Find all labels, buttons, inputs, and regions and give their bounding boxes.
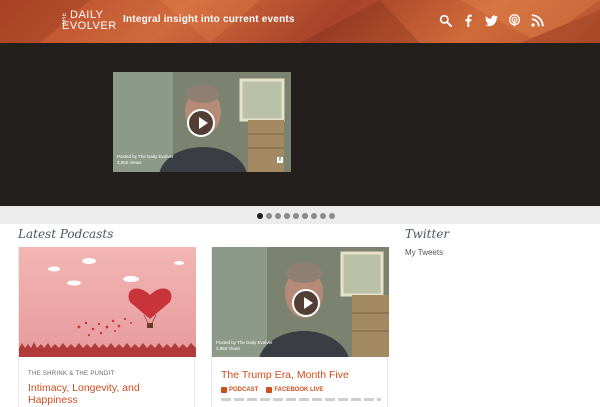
podcast-icon bbox=[221, 387, 227, 393]
video-meta: Posted by The Daily Evolver 3,950 Views bbox=[216, 340, 272, 352]
card-title[interactable]: The Trump Era, Month Five bbox=[221, 369, 381, 381]
slider-dot[interactable] bbox=[311, 213, 317, 219]
site-tagline: Integral insight into current events bbox=[123, 14, 295, 25]
podcast-icon[interactable] bbox=[508, 14, 521, 27]
podcast-card[interactable]: Posted by The Daily Evolver 3,950 Views … bbox=[211, 247, 389, 407]
card-kicker[interactable]: THE SHRINK & THE PUNDIT bbox=[28, 371, 114, 377]
card-video[interactable]: Posted by The Daily Evolver 3,950 Views bbox=[212, 247, 389, 357]
facebook-icon[interactable]: f bbox=[277, 157, 283, 163]
tag-label: FACEBOOK LIVE bbox=[274, 387, 324, 393]
card-tags: PODCAST FACEBOOK LIVE bbox=[221, 387, 323, 393]
site-logo[interactable]: THE DAILY EVOLVER bbox=[62, 10, 118, 33]
card-image[interactable] bbox=[19, 247, 196, 357]
slider-dot[interactable] bbox=[275, 213, 281, 219]
video-meta: Posted by The Daily Evolver 3,950 Views bbox=[117, 154, 173, 166]
tag-label: PODCAST bbox=[229, 387, 259, 393]
logo-evolver: EVOLVER bbox=[62, 20, 117, 32]
slider-dot[interactable] bbox=[284, 213, 290, 219]
video-views: 3,950 Views bbox=[117, 160, 142, 165]
slider-dot[interactable] bbox=[302, 213, 308, 219]
twitter-icon[interactable] bbox=[485, 14, 498, 27]
slider-dot[interactable] bbox=[329, 213, 335, 219]
slider-dot[interactable] bbox=[266, 213, 272, 219]
video-icon bbox=[266, 387, 273, 393]
play-button[interactable] bbox=[292, 289, 320, 317]
rss-icon[interactable] bbox=[531, 14, 544, 27]
tag-facebook-live[interactable]: FACEBOOK LIVE bbox=[266, 387, 323, 393]
header-icons bbox=[439, 14, 544, 30]
slider-dot[interactable] bbox=[293, 213, 299, 219]
slider-dots bbox=[257, 213, 335, 219]
twitter-heading: Twitter bbox=[405, 227, 450, 241]
slider-dot[interactable] bbox=[320, 213, 326, 219]
latest-podcasts-heading: Latest Podcasts bbox=[18, 227, 114, 241]
facebook-icon[interactable] bbox=[462, 14, 475, 27]
my-tweets-link[interactable]: My Tweets bbox=[405, 248, 443, 257]
play-button[interactable] bbox=[187, 109, 215, 137]
podcast-card[interactable]: THE SHRINK & THE PUNDIT Intimacy, Longev… bbox=[18, 247, 196, 407]
site-header: THE DAILY EVOLVER Integral insight into … bbox=[0, 0, 600, 43]
card-title[interactable]: Intimacy, Longevity, and Happiness bbox=[28, 382, 188, 406]
slider-dot[interactable] bbox=[257, 213, 263, 219]
slider-pagination bbox=[0, 206, 600, 224]
video-views: 3,950 Views bbox=[216, 346, 241, 351]
featured-slider: Posted by The Daily Evolver 3,950 Views … bbox=[0, 43, 600, 206]
featured-video[interactable]: Posted by The Daily Evolver 3,950 Views … bbox=[113, 72, 291, 172]
tag-podcast[interactable]: PODCAST bbox=[221, 387, 258, 393]
search-icon[interactable] bbox=[439, 14, 452, 27]
